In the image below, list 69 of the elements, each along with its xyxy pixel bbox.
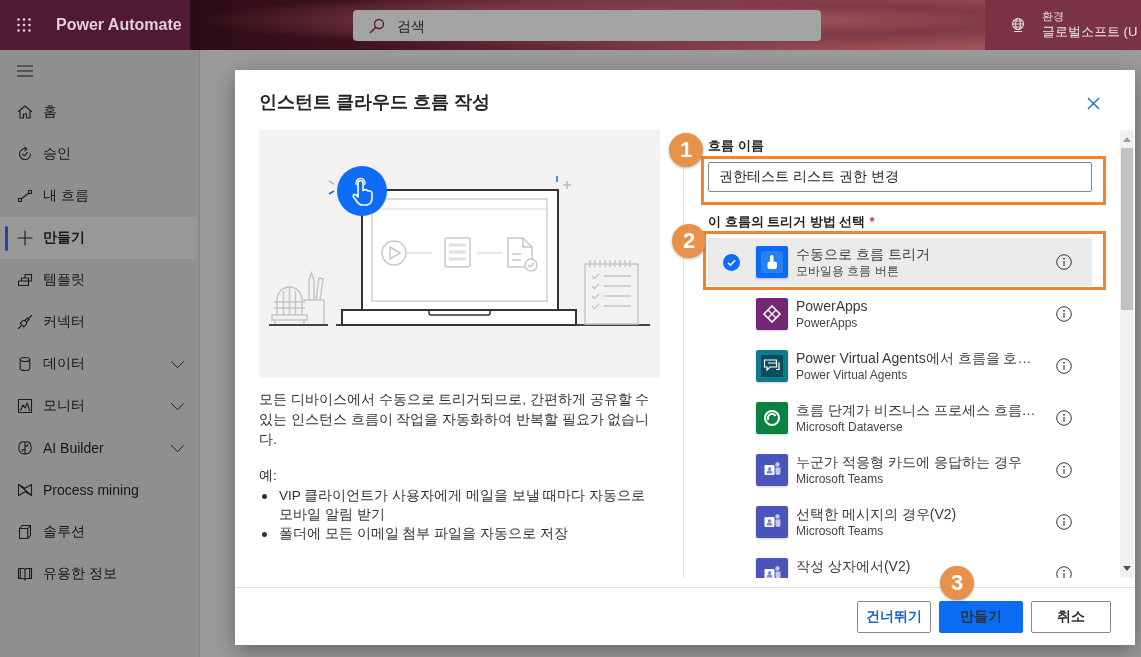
scrollbar[interactable] [1120,130,1134,578]
plug-icon [17,314,33,330]
stacked-blocks-icon [17,272,33,288]
info-icon[interactable] [1056,306,1072,322]
open-book-icon [17,566,33,582]
check-circle-icon [723,254,740,271]
skip-button[interactable]: 건너뛰기 [857,600,931,633]
sidebar-item[interactable]: 승인 [0,133,197,175]
flow-name-field[interactable]: 권한테스트 리스트 권한 변경 [708,162,1092,192]
sidebar-item[interactable]: 커넥터 [0,301,197,343]
line-chart-icon [17,398,33,414]
examples-label: 예: [259,467,278,485]
sidebar-item[interactable]: 템플릿 [0,259,197,301]
trigger-option[interactable]: 선택한 메시지의 경우(V2) Microsoft Teams [708,498,1092,546]
globe-icon[interactable] [1010,17,1026,33]
environment-label: 환경 [1042,9,1064,23]
scrollbar-thumb[interactable] [1121,148,1133,310]
close-icon[interactable] [1087,97,1100,110]
trigger-option[interactable]: 누군가 적응형 카드에 응답하는 경우 Microsoft Teams [708,446,1092,494]
info-icon[interactable] [1056,254,1072,270]
home-icon [17,104,33,120]
notepad-checklist-drawing [584,259,639,325]
brain-icon [17,440,33,456]
chevron-down-icon[interactable] [170,443,185,453]
trigger-option[interactable]: PowerApps PowerApps [708,290,1092,338]
field-label: 흐름 이름 [708,137,765,155]
bullet-icon [262,494,267,499]
info-icon[interactable] [1056,566,1072,578]
database-icon [17,356,33,372]
trigger-option[interactable]: 수동으로 흐름 트리거 모바일용 흐름 버튼 [708,238,1092,286]
box-icon [17,524,33,540]
plus-icon [17,230,33,246]
chevron-down-icon[interactable] [170,359,185,369]
trigger-option[interactable]: Power Virtual Agents에서 흐름을 호… Power Virtual Agents [708,342,1092,390]
description-text: 모든 디바이스에서 수동으로 트리거되므로, 간편하게 공유할 수 있는 인스턴스 흐름이 작업을 자동화하여 반복할 필요가 없습니다. [259,391,651,449]
cactus-and-pencil-cup-drawing [271,270,325,325]
sidebar-item[interactable]: 홈 [0,91,197,133]
info-icon[interactable] [1056,462,1072,478]
sidebar-item[interactable]: 데이터 [0,343,197,385]
info-icon[interactable] [1056,514,1072,530]
sidebar-item[interactable]: AI Builder [0,427,197,469]
dialog-title: 인스턴트 클라우드 흐름 작성 [259,91,490,114]
search-icon [369,18,385,34]
scroll-down-icon[interactable] [1123,566,1131,571]
bowtie-icon [17,482,33,498]
sidebar-item[interactable]: 내 흐름 [0,175,197,217]
example-item: 폴더에 모든 이메일 첨부 파일을 자동으로 저장 [279,525,568,543]
example-item: VIP 클라이언트가 사용자에게 메일을 보낼 때마다 자동으로 모바일 알림 받기 [279,487,647,524]
app-name[interactable]: Power Automate [56,16,182,34]
app-launcher-icon[interactable] [17,18,31,32]
cancel-button[interactable]: 취소 [1031,600,1111,633]
sidebar-item[interactable]: Process mining [0,469,197,511]
selection-bar [5,226,8,251]
search-field[interactable]: 검색 [353,10,821,41]
chevron-down-icon[interactable] [170,401,185,411]
sidebar-item[interactable]: 모니터 [0,385,197,427]
sparkle-icon [556,175,572,190]
trigger-option[interactable]: 흐름 단계가 비즈니스 프로세스 흐름… Microsoft Dataverse [708,394,1092,442]
required-mark: * [869,213,875,231]
sidebar-item[interactable]: 만들기 [0,217,197,259]
field-label: 이 흐름의 트리거 방법 선택 [708,213,866,231]
circular-arrow-check-icon [17,146,33,162]
info-icon[interactable] [1056,410,1072,426]
environment-name[interactable]: 글로벌소프트 (U [1042,23,1138,41]
connected-squares-icon [17,188,33,204]
info-icon[interactable] [1056,358,1072,374]
sidebar-item[interactable]: 솔루션 [0,511,197,553]
bullet-icon [262,532,267,537]
sidebar-item[interactable]: 유용한 정보 [0,553,197,595]
